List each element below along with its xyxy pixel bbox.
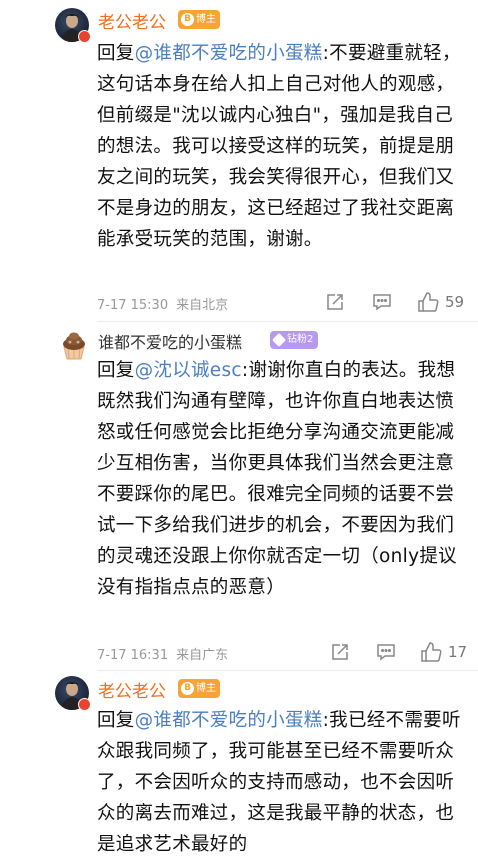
thumbs-up-icon[interactable] xyxy=(420,641,442,663)
verified-badge-icon xyxy=(78,30,91,43)
comment-icon[interactable] xyxy=(376,642,396,662)
username[interactable]: 谁都不爱吃的小蛋糕 xyxy=(98,329,242,353)
comment-body: 回复@谁都不爱吃的小蛋糕:不要避重就轻，这句话本身在给人扣上自己对他人的观感，但… xyxy=(97,43,461,250)
divider xyxy=(97,670,478,671)
fan-level-tag: 钻粉2 xyxy=(270,331,319,349)
mention-link[interactable]: @沈以诚esc xyxy=(135,360,242,381)
location: 来自广东 xyxy=(176,648,229,663)
divider xyxy=(97,321,478,322)
comment-meta: 7-17 15:30 来自北京 xyxy=(97,294,236,313)
username[interactable]: 老公老公 xyxy=(98,677,166,702)
blogger-tag-icon: B xyxy=(181,13,194,26)
blogger-tag-icon: B xyxy=(181,682,194,695)
username[interactable]: 老公老公 xyxy=(98,8,166,33)
blogger-tag: B 博主 xyxy=(178,10,220,29)
verified-badge-icon xyxy=(78,698,91,711)
like-count: 59 xyxy=(445,293,465,311)
comment-meta: 7-17 16:31 来自广东 xyxy=(97,644,236,663)
share-icon[interactable] xyxy=(330,642,350,662)
comment-body: 回复@沈以诚esc:谢谢你直白的表达。我想既然我们沟通有壁障，也许你直白地表达愤… xyxy=(97,360,457,598)
location: 来自北京 xyxy=(176,298,229,313)
diamond-icon xyxy=(271,332,287,348)
thumbs-up-icon[interactable] xyxy=(417,291,439,313)
blogger-tag: B 博主 xyxy=(178,679,220,698)
timestamp: 7-17 15:30 xyxy=(97,298,169,313)
comment-icon[interactable] xyxy=(372,292,392,312)
timestamp: 7-17 16:31 xyxy=(97,648,169,663)
mention-link[interactable]: @谁都不爱吃的小蛋糕 xyxy=(135,710,323,731)
comment-body: 回复@谁都不爱吃的小蛋糕:我已经不需要听众跟我同频了，我可能甚至已经不需要听众了… xyxy=(97,710,461,855)
avatar[interactable] xyxy=(57,327,91,361)
mention-link[interactable]: @谁都不爱吃的小蛋糕 xyxy=(135,43,323,64)
share-icon[interactable] xyxy=(325,292,345,312)
like-count: 17 xyxy=(448,643,468,661)
